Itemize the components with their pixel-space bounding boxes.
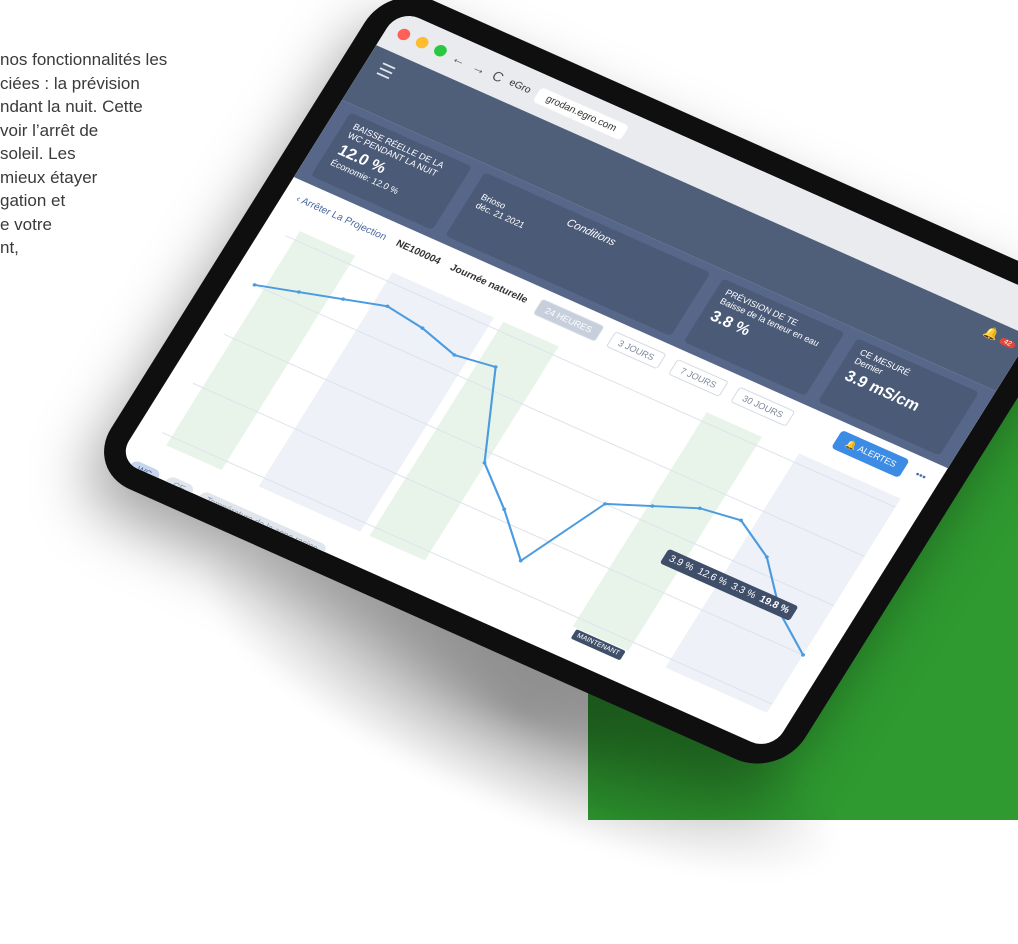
back-arrow-icon[interactable]: ← [449, 50, 470, 69]
intro-line-2: ciées : la prévision [0, 73, 140, 93]
notification-badge: 42 [998, 336, 1017, 350]
intro-line-5: soleil. Les [0, 144, 76, 163]
intro-line-6: mieux étayer [0, 167, 98, 187]
minimize-window-dot[interactable] [413, 35, 431, 51]
hamburger-icon[interactable]: ☰ [372, 59, 398, 84]
intro-line-4: voir l’arrêt de [0, 120, 99, 140]
intro-line-1: nos fonctionnalités les [0, 50, 168, 69]
device-select[interactable]: NE100004 [394, 238, 443, 267]
tab-title[interactable]: eGro [507, 77, 533, 95]
notification-bell-icon[interactable]: 🔔 42 [981, 324, 1018, 350]
wc-data-point [341, 297, 346, 301]
wc-data-point [252, 283, 257, 287]
more-options-icon[interactable]: ••• [913, 469, 928, 483]
reload-icon[interactable]: C [489, 67, 507, 85]
alerts-label: ALERTES [855, 443, 899, 470]
close-window-dot[interactable] [395, 26, 413, 43]
forward-arrow-icon[interactable]: → [469, 59, 490, 78]
chip-ce[interactable]: CE [161, 475, 196, 499]
intro-line-3: ndant la nuit. Cette [0, 97, 143, 116]
maximize-window-dot[interactable] [431, 43, 450, 59]
